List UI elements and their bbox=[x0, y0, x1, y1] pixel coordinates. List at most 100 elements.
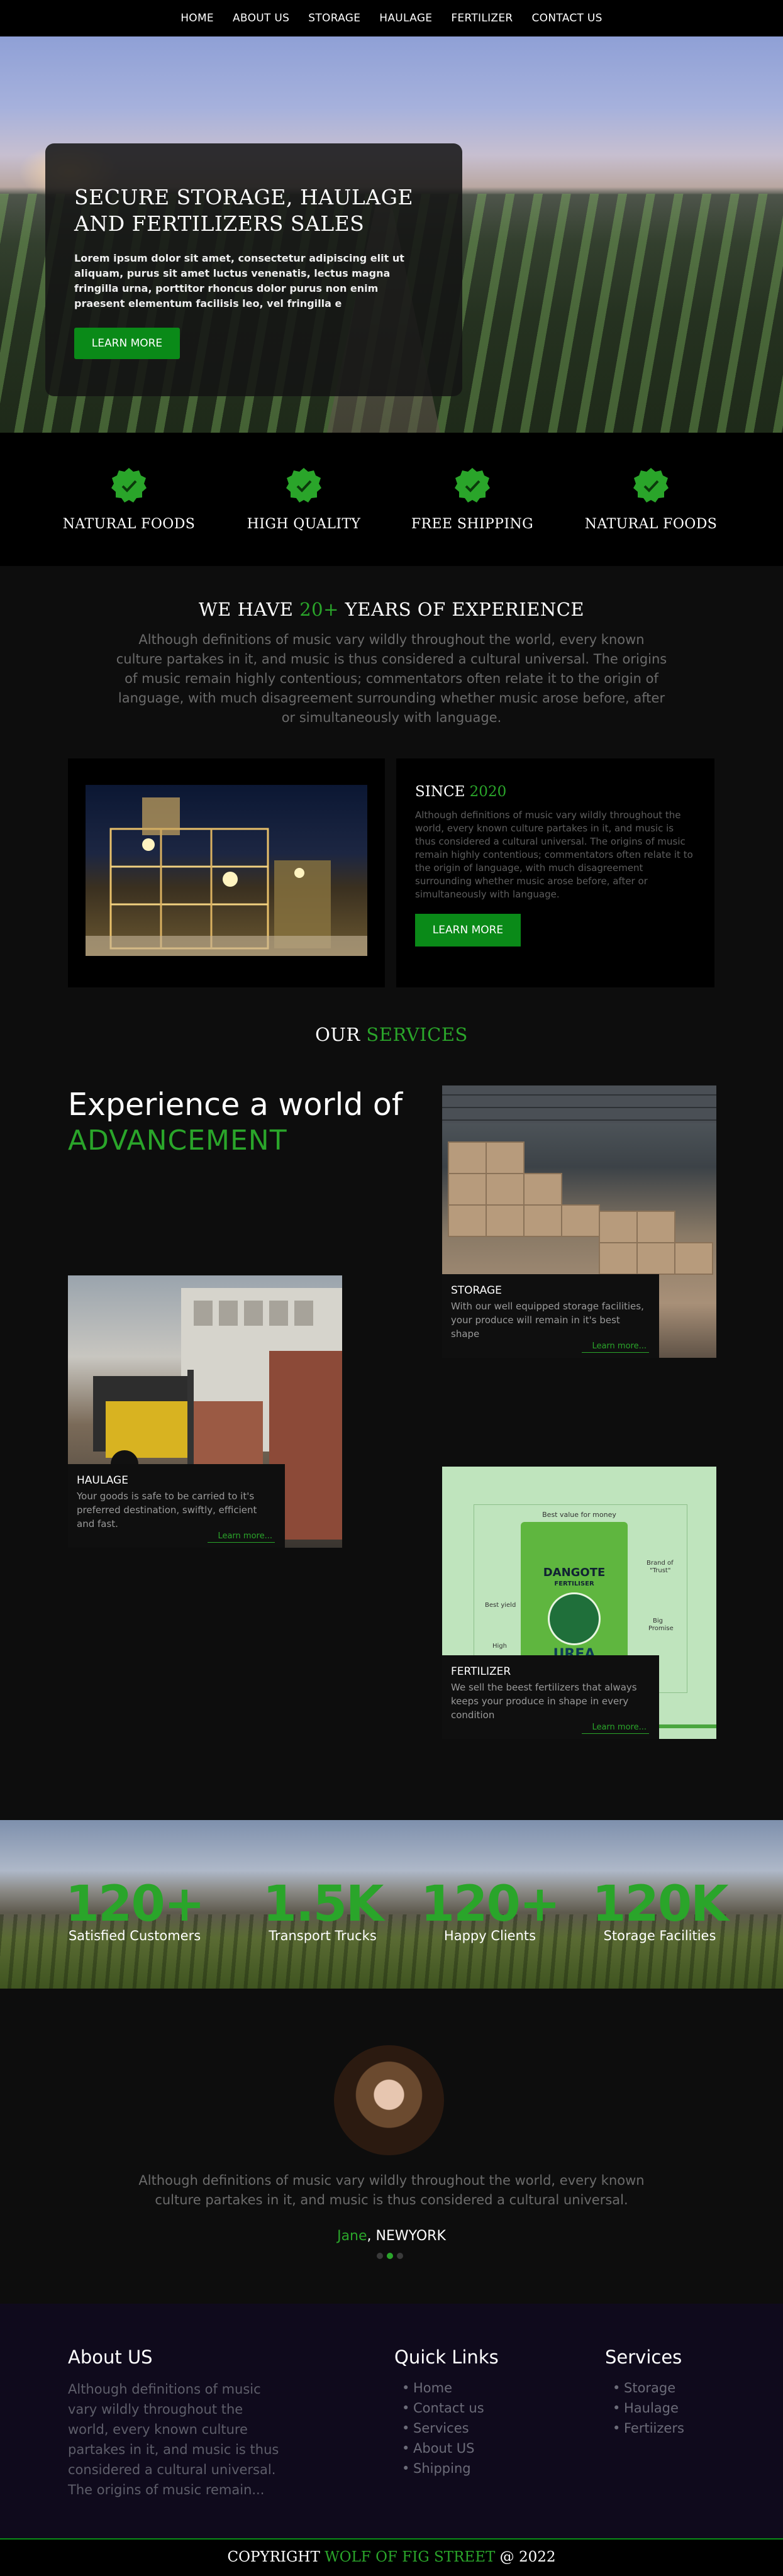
storage-card[interactable]: STORAGE With our well equipped storage f… bbox=[442, 1085, 716, 1358]
hero-card: SECURE STORAGE, HAULAGE AND FERTILIZERS … bbox=[45, 143, 462, 396]
stat-label: Storage Facilities bbox=[603, 1928, 716, 1943]
stat-value: 1.5K bbox=[262, 1876, 384, 1933]
copyright-pre: COPYRIGHT bbox=[227, 2549, 325, 2565]
check-badge-icon bbox=[633, 467, 669, 504]
nav-home[interactable]: HOME bbox=[180, 12, 214, 25]
footer-link-shipping[interactable]: Shipping bbox=[394, 2458, 499, 2479]
check-badge-icon bbox=[286, 467, 322, 504]
fertilizer-top-caption: Best value for money bbox=[542, 1511, 616, 1519]
fertilizer-right-note-2: Big bbox=[653, 1618, 663, 1624]
feature-item: NATURAL FOODS bbox=[47, 467, 211, 532]
services-title-highlight: SERVICES bbox=[366, 1024, 468, 1045]
copyright-brand[interactable]: WOLF OF FIG STREET bbox=[325, 2549, 495, 2565]
storage-card-label: STORAGE With our well equipped storage f… bbox=[442, 1274, 659, 1358]
hero-learn-more-button[interactable]: LEARN MORE bbox=[74, 328, 180, 359]
services-title-pre: OUR bbox=[315, 1024, 367, 1045]
footer: About US Although definitions of music v… bbox=[0, 2304, 783, 2538]
nav-contact-us[interactable]: CONTACT US bbox=[532, 12, 603, 25]
since-text: Although definitions of music vary wildl… bbox=[415, 809, 693, 900]
fertilizer-bag: DANGOTE FERTILISER UREA bbox=[521, 1522, 628, 1667]
experience-title-pre: WE HAVE bbox=[198, 599, 300, 620]
carousel-dot[interactable] bbox=[377, 2253, 383, 2259]
stat-item: 120+ Satisfied Customers bbox=[62, 1877, 207, 1943]
since-title-pre: SINCE bbox=[415, 784, 470, 800]
feature-label: HIGH QUALITY bbox=[247, 516, 361, 532]
experience-years: 20+ bbox=[299, 599, 339, 620]
check-badge-icon bbox=[454, 467, 491, 504]
nav-storage[interactable]: STORAGE bbox=[308, 12, 360, 25]
since-year: 2020 bbox=[469, 784, 507, 800]
hero-section: SECURE STORAGE, HAULAGE AND FERTILIZERS … bbox=[0, 36, 783, 433]
stat-item: 1.5K Transport Trucks bbox=[250, 1877, 395, 1943]
stat-item: 120+ Happy Clients bbox=[418, 1877, 562, 1943]
copyright-bar: COPYRIGHT WOLF OF FIG STREET @ 2022 bbox=[0, 2538, 783, 2576]
fertilizer-learn-more-link[interactable]: Learn more... bbox=[582, 1723, 649, 1734]
fertilizer-right-note-2b: Promise bbox=[648, 1625, 674, 1632]
footer-link-services[interactable]: Services bbox=[394, 2418, 499, 2438]
storage-card-title: STORAGE bbox=[451, 1284, 502, 1297]
hero-title: SECURE STORAGE, HAULAGE AND FERTILIZERS … bbox=[74, 184, 432, 237]
carousel-dot-active[interactable] bbox=[387, 2253, 393, 2259]
experience-title-post: YEARS OF EXPERIENCE bbox=[338, 599, 585, 620]
stat-label: Transport Trucks bbox=[269, 1928, 377, 1943]
carousel-dot[interactable] bbox=[397, 2253, 403, 2259]
haulage-learn-more-link[interactable]: Learn more... bbox=[208, 1531, 275, 1543]
footer-quick-links: Quick Links Home Contact us Services Abo… bbox=[394, 2346, 499, 2479]
footer-link-contact[interactable]: Contact us bbox=[394, 2398, 499, 2418]
storage-card-text: With our well equipped storage facilitie… bbox=[451, 1301, 644, 1340]
footer-link-home[interactable]: Home bbox=[394, 2378, 499, 2398]
footer-link-storage[interactable]: Storage bbox=[605, 2378, 684, 2398]
fertilizer-brand: DANGOTE bbox=[543, 1566, 606, 1579]
fertilizer-left-note-1: Best yield bbox=[485, 1602, 516, 1609]
stat-value: 120+ bbox=[65, 1876, 205, 1933]
testimonial-author: Jane, NEWYORK bbox=[0, 2228, 783, 2244]
copyright-post: @ 2022 bbox=[495, 2549, 556, 2565]
fertilizer-card[interactable]: Best value for money DANGOTE FERTILISER … bbox=[442, 1467, 716, 1739]
haulage-card-text: Your goods is safe to be carried to it's… bbox=[77, 1491, 257, 1530]
feature-label: FREE SHIPPING bbox=[411, 516, 534, 532]
top-nav: HOME ABOUT US STORAGE HAULAGE FERTILIZER… bbox=[0, 0, 783, 36]
fertilizer-card-label: FERTILIZER We sell the beest fertilizers… bbox=[442, 1655, 659, 1739]
hero-text: Lorem ipsum dolor sit amet, consectetur … bbox=[74, 252, 404, 309]
since-learn-more-button[interactable]: LEARN MORE bbox=[415, 914, 521, 947]
nav-fertilizer[interactable]: FERTILIZER bbox=[451, 12, 513, 25]
fertilizer-sub: FERTILISER bbox=[554, 1580, 594, 1587]
testimonial-avatar bbox=[334, 2045, 444, 2155]
footer-link-fertilizers[interactable]: Fertiizers bbox=[605, 2418, 684, 2438]
footer-services: Services Storage Haulage Fertiizers bbox=[605, 2346, 684, 2438]
footer-link-haulage[interactable]: Haulage bbox=[605, 2398, 684, 2418]
feature-label: NATURAL FOODS bbox=[62, 516, 196, 532]
since-image-box bbox=[68, 758, 385, 987]
footer-services-title: Services bbox=[605, 2346, 682, 2368]
experience-title: WE HAVE 20+ YEARS OF EXPERIENCE bbox=[0, 599, 783, 620]
haulage-card[interactable]: HAULAGE Your goods is safe to be carried… bbox=[68, 1275, 342, 1548]
feature-item: FREE SHIPPING bbox=[391, 467, 554, 532]
nav-about-us[interactable]: ABOUT US bbox=[233, 12, 289, 25]
footer-quick-title: Quick Links bbox=[394, 2346, 499, 2368]
fertilizer-card-text: We sell the beest fertilizers that alway… bbox=[451, 1682, 637, 1721]
stats-banner: 120+ Satisfied Customers 1.5K Transport … bbox=[0, 1820, 783, 1989]
carousel-dots bbox=[377, 2253, 403, 2259]
storage-learn-more-link[interactable]: Learn more... bbox=[582, 1341, 649, 1353]
fertilizer-left-note-2: High bbox=[492, 1643, 507, 1650]
industrial-plant-image bbox=[86, 785, 367, 956]
fertilizer-card-title: FERTILIZER bbox=[451, 1665, 511, 1678]
hero-title-line1: SECURE STORAGE, HAULAGE bbox=[74, 185, 414, 209]
nav-haulage[interactable]: HAULAGE bbox=[379, 12, 432, 25]
feature-label: NATURAL FOODS bbox=[584, 516, 718, 532]
experience-text: Although definitions of music vary wildl… bbox=[116, 632, 667, 725]
stat-item: 120K Storage Facilities bbox=[587, 1877, 732, 1943]
footer-about-text: Although definitions of music vary wildl… bbox=[68, 2382, 279, 2497]
fertilizer-right-note-1b: "Trust" bbox=[650, 1567, 671, 1574]
footer-about-title: About US bbox=[68, 2346, 153, 2368]
since-title: SINCE 2020 bbox=[415, 784, 696, 800]
footer-about: About US Although definitions of music v… bbox=[68, 2346, 282, 2500]
check-badge-icon bbox=[111, 467, 147, 504]
feature-item: HIGH QUALITY bbox=[222, 467, 386, 532]
services-headline-highlight: ADVANCEMENT bbox=[68, 1124, 287, 1157]
since-text-box: SINCE 2020 Although definitions of music… bbox=[396, 758, 714, 987]
hero-title-line2: AND FERTILIZERS SALES bbox=[74, 211, 365, 236]
services-title: OUR SERVICES bbox=[0, 1024, 783, 1045]
footer-link-about[interactable]: About US bbox=[394, 2438, 499, 2458]
testimonial-name: Jane bbox=[337, 2228, 367, 2244]
